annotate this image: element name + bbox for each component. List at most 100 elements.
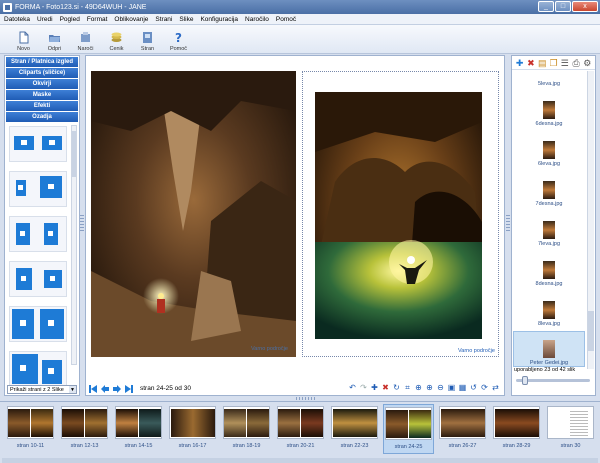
- grid-icon[interactable]: ▦: [458, 383, 467, 392]
- spread-thumbnail[interactable]: stran 20-21: [275, 404, 326, 454]
- spread-thumbnail-selected[interactable]: stran 24-25: [383, 404, 434, 454]
- settings-icon[interactable]: ⚙: [583, 58, 592, 68]
- layout-scrollbar[interactable]: [71, 125, 77, 365]
- open-button[interactable]: Odpri: [39, 25, 70, 53]
- left-safe-area-label: Varno področje: [251, 346, 288, 352]
- crop-icon[interactable]: ⌗: [403, 383, 412, 392]
- section-page-layout[interactable]: Stran / Platnica izgled: [6, 57, 78, 67]
- image-list-scrollbar[interactable]: [587, 71, 594, 369]
- spread-thumbnail[interactable]: stran 12-13: [59, 404, 110, 454]
- spread-label: stran 20-21: [286, 443, 315, 449]
- spread-thumbnail[interactable]: stran 16-17: [167, 404, 218, 454]
- section-cliparts[interactable]: Cliparts (sličice): [6, 68, 78, 78]
- spread-thumbnail[interactable]: stran 14-15: [113, 404, 164, 454]
- previous-page-icon[interactable]: [100, 384, 110, 394]
- layout-option[interactable]: [9, 261, 67, 297]
- spread-thumbnail[interactable]: stran 28-29: [491, 404, 542, 454]
- zoom-out-icon[interactable]: ⊖: [436, 383, 445, 392]
- menu-pomoc[interactable]: Pomoč: [276, 16, 296, 23]
- page-button[interactable]: Stran: [132, 25, 163, 53]
- first-page-icon[interactable]: [88, 384, 98, 394]
- rotate-left-icon[interactable]: ↺: [469, 383, 478, 392]
- menu-format[interactable]: Format: [87, 16, 108, 23]
- right-safe-area-label: Varno področje: [458, 348, 495, 354]
- spread-label: stran 16-17: [178, 443, 207, 449]
- image-item[interactable]: 6desna.jpg: [513, 87, 585, 127]
- image-item[interactable]: 7leva.jpg: [513, 207, 585, 247]
- page-filter-select[interactable]: Prikaži strani z 2 Slike ▼: [7, 385, 77, 394]
- remove-image-icon[interactable]: ✖: [526, 58, 535, 68]
- spread-thumbnail[interactable]: stran 22-23: [329, 404, 380, 454]
- right-page-photo[interactable]: [315, 92, 482, 339]
- image-filename: 7leva.jpg: [537, 241, 561, 247]
- left-splitter[interactable]: [80, 215, 84, 231]
- right-splitter[interactable]: [506, 215, 510, 231]
- menu-slike[interactable]: Slike: [179, 16, 193, 23]
- image-thumbnail: [543, 301, 555, 319]
- price-list-icon: [111, 32, 122, 42]
- new-button[interactable]: Novo: [8, 25, 39, 53]
- delete-icon[interactable]: ✖: [381, 383, 390, 392]
- spread-label: stran 14-15: [124, 443, 153, 449]
- minimize-button[interactable]: _: [538, 1, 554, 12]
- menu-pogled[interactable]: Pogled: [60, 16, 80, 23]
- filmstrip-splitter[interactable]: [296, 397, 316, 400]
- spread-thumbnail[interactable]: stran 26-27: [437, 404, 488, 454]
- menu-konfiguracija[interactable]: Konfiguracija: [200, 16, 238, 23]
- image-thumbnail: [543, 221, 555, 239]
- menu-datoteka[interactable]: Datoteka: [4, 16, 30, 23]
- section-frames[interactable]: Okvirji: [6, 79, 78, 89]
- fullscreen-icon[interactable]: ▣: [447, 383, 456, 392]
- section-backgrounds[interactable]: Ozadja: [6, 112, 78, 122]
- list-view-icon[interactable]: ☰: [560, 58, 569, 68]
- last-page-icon[interactable]: [124, 384, 134, 394]
- image-item-selected[interactable]: Peter Gedei.jpg: [513, 331, 585, 367]
- image-item[interactable]: 8desna.jpg: [513, 247, 585, 287]
- price-list-button[interactable]: Cenik: [101, 25, 132, 53]
- add-icon[interactable]: ✚: [370, 383, 379, 392]
- left-page-photo[interactable]: Varno področje: [91, 71, 296, 357]
- image-item[interactable]: 5leva.jpg: [513, 71, 585, 87]
- spread-thumbnail[interactable]: stran 10-11: [5, 404, 56, 454]
- zoom-fit-icon[interactable]: ⊕: [414, 383, 423, 392]
- menu-narocilo[interactable]: Naročilo: [245, 16, 269, 23]
- slider-handle[interactable]: [522, 376, 528, 385]
- menu-strani[interactable]: Strani: [155, 16, 172, 23]
- add-image-icon[interactable]: ✚: [515, 58, 524, 68]
- order-icon: [81, 32, 90, 42]
- section-effects[interactable]: Efekti: [6, 101, 78, 111]
- order-button[interactable]: Naroči: [70, 25, 101, 53]
- spread-thumbnail[interactable]: stran 30: [545, 404, 596, 454]
- help-button[interactable]: ? Pomoč: [163, 25, 194, 53]
- maximize-button[interactable]: □: [555, 1, 571, 12]
- menu-oblikovanje[interactable]: Oblikovanje: [114, 16, 148, 23]
- folder-icon[interactable]: ▤: [538, 58, 547, 68]
- undo-icon[interactable]: ↶: [348, 383, 357, 392]
- menu-uredi[interactable]: Uredi: [37, 16, 53, 23]
- next-page-icon[interactable]: [112, 384, 122, 394]
- image-item[interactable]: 8leva.jpg: [513, 287, 585, 327]
- filmstrip-scrollbar[interactable]: [2, 458, 598, 463]
- layout-option[interactable]: [9, 171, 67, 207]
- redo-icon[interactable]: ↷: [359, 383, 368, 392]
- layout-option[interactable]: [9, 306, 67, 342]
- thumbnail-size-slider[interactable]: [516, 376, 590, 385]
- image-item[interactable]: 6leva.jpg: [513, 127, 585, 167]
- order-label: Naroči: [77, 46, 94, 52]
- rotate-icon[interactable]: ↻: [392, 383, 401, 392]
- close-button[interactable]: x: [572, 1, 598, 12]
- layout-option[interactable]: [9, 351, 67, 387]
- spread-thumbnail[interactable]: stran 18-19: [221, 404, 272, 454]
- window-controls: _ □ x: [538, 1, 598, 12]
- layout-option[interactable]: [9, 216, 67, 252]
- layout-option[interactable]: [9, 126, 67, 162]
- flip-icon[interactable]: ⇄: [491, 383, 500, 392]
- image-filename: Peter Gedei.jpg: [529, 360, 569, 366]
- zoom-in-icon[interactable]: ⊕: [425, 383, 434, 392]
- price-list-label: Cenik: [109, 46, 124, 52]
- section-masks[interactable]: Maske: [6, 90, 78, 100]
- image-item[interactable]: 7desna.jpg: [513, 167, 585, 207]
- refresh-icon[interactable]: ⟳: [480, 383, 489, 392]
- copy-icon[interactable]: ❐: [549, 58, 558, 68]
- print-icon[interactable]: ⎙: [571, 58, 580, 68]
